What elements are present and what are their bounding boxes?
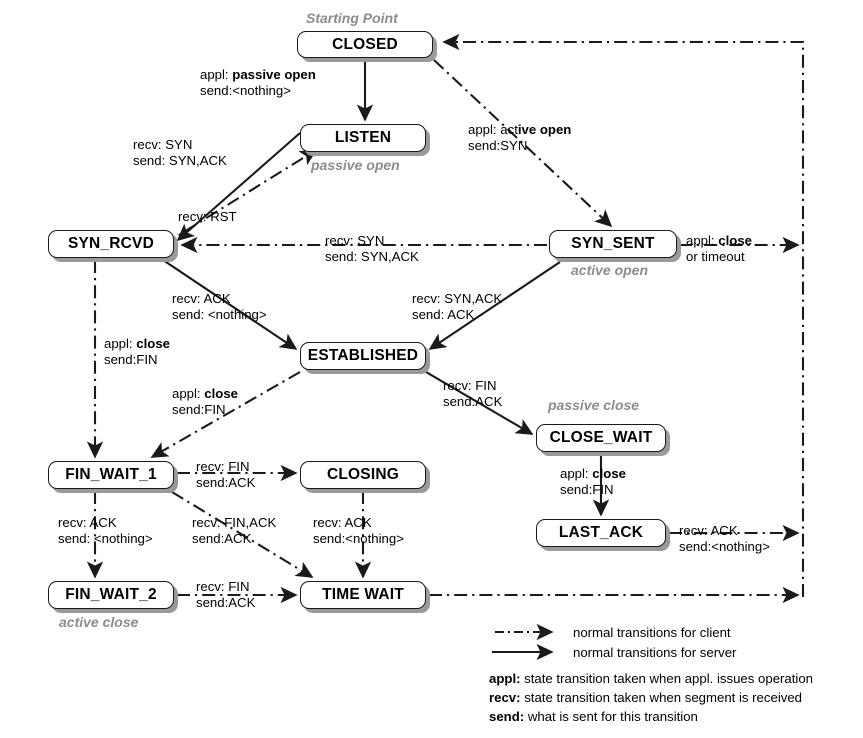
state-closed[interactable]: CLOSED	[297, 31, 433, 58]
note-active-close: active close	[59, 614, 139, 630]
label-line: appl: close	[560, 466, 626, 481]
label-syn-sent-to-established: recv: SYN,ACK send: ACK	[412, 291, 502, 322]
state-fin-wait-1[interactable]: FIN_WAIT_1	[48, 461, 174, 489]
note-passive-open: passive open	[311, 157, 400, 173]
state-syn-rcvd[interactable]: SYN_RCVD	[48, 230, 174, 258]
label-closing-to-time-wait: recv: ACK send:<nothing>	[313, 515, 404, 546]
label-established-to-fin-wait-1: appl: close send:FIN	[172, 386, 238, 417]
label-line: recv: ACK	[313, 515, 372, 530]
label-line: recv: SYN	[133, 137, 193, 152]
legend-row-server: normal transitions for server	[489, 642, 813, 662]
label-line: recv: SYN	[325, 233, 385, 248]
label-emphasis: close	[204, 386, 238, 401]
label-line: send:FIN	[560, 481, 614, 497]
legend-def-send-term: send:	[489, 709, 525, 724]
label-line: appl: active open	[468, 122, 572, 137]
legend-server-text: normal transitions for server	[573, 644, 737, 660]
label-line: recv: ACK	[58, 515, 117, 530]
state-time-wait[interactable]: TIME WAIT	[300, 581, 426, 609]
label-line: appl: close	[104, 336, 170, 351]
label-line: send: SYN,ACK	[133, 152, 227, 168]
legend-def-recv-term: recv:	[489, 690, 521, 705]
label-line: send:FIN	[104, 351, 158, 367]
label-line: recv: FIN,ACK	[192, 515, 277, 530]
solid-arrow-icon	[489, 643, 567, 661]
label-line: send: ACK	[412, 306, 475, 322]
state-syn-sent[interactable]: SYN_SENT	[549, 230, 677, 258]
label-emphasis: ive open	[517, 122, 572, 137]
legend-def-appl: appl: state transition taken when appl. …	[489, 669, 813, 688]
dash-dot-arrow-icon	[489, 623, 567, 641]
label-line: send:ACK	[443, 393, 503, 409]
label-line: send:<nothing>	[679, 538, 770, 554]
label-line: recv: ACK	[679, 523, 738, 538]
legend-definitions: appl: state transition taken when appl. …	[489, 669, 813, 726]
label-established-to-close-wait: recv: FIN send:ACK	[443, 378, 502, 409]
label-fin-wait-1-to-closing: recv: FIN send:ACK	[196, 459, 255, 490]
state-fin-wait-2[interactable]: FIN_WAIT_2	[48, 581, 174, 609]
state-established[interactable]: ESTABLISHED	[300, 342, 426, 370]
legend-row-client: normal transitions for client	[489, 622, 813, 642]
note-passive-close: passive close	[548, 397, 640, 413]
label-line: recv: RST	[178, 209, 237, 224]
label-line: send:ACK	[196, 474, 256, 490]
state-listen[interactable]: LISTEN	[300, 124, 426, 152]
label-line: recv: FIN	[196, 459, 250, 474]
label-listen-to-syn-rcvd: recv: SYN send: SYN,ACK	[133, 137, 227, 168]
label-emphasis: close	[592, 466, 626, 481]
legend: normal transitions for client normal tra…	[489, 622, 813, 726]
label-syn-rcvd-to-fin-wait-1: appl: close send:FIN	[104, 336, 170, 367]
legend-def-recv: recv: state transition taken when segmen…	[489, 688, 813, 707]
label-line: send:FIN	[172, 401, 226, 417]
label-emphasis: passive open	[232, 67, 316, 82]
label-line: recv: FIN	[196, 579, 250, 594]
label-syn-rcvd-to-listen: recv: RST	[178, 209, 237, 225]
label-line: send: <nothing>	[58, 530, 153, 546]
label-emphasis: close	[136, 336, 170, 351]
label-line: appl: close	[172, 386, 238, 401]
legend-def-appl-text: state transition taken when appl. issues…	[520, 671, 814, 686]
label-line: send:ACK	[196, 594, 256, 610]
label-line: recv: ACK	[172, 291, 231, 306]
tcp-state-diagram: CLOSED LISTEN SYN_RCVD SYN_SENT ESTABLIS…	[0, 0, 863, 738]
label-line: appl: passive open	[200, 67, 316, 82]
label-line: recv: SYN,ACK	[412, 291, 503, 306]
label-fin-wait-1-to-time-wait: recv: FIN,ACK send:ACK	[192, 515, 276, 546]
state-closing[interactable]: CLOSING	[300, 461, 426, 489]
legend-client-text: normal transitions for client	[573, 624, 731, 640]
label-line: send:SYN	[468, 137, 528, 153]
label-syn-sent-to-syn-rcvd: recv: SYN send: SYN,ACK	[325, 233, 419, 264]
label-line: send:<nothing>	[200, 82, 291, 98]
label-line: send: SYN,ACK	[325, 248, 419, 264]
state-close-wait[interactable]: CLOSE_WAIT	[536, 424, 666, 452]
legend-def-send: send: what is sent for this transition	[489, 707, 813, 726]
note-starting-point: Starting Point	[306, 10, 398, 26]
legend-def-send-text: what is sent for this transition	[524, 709, 698, 724]
label-close-wait-to-last-ack: appl: close send:FIN	[560, 466, 626, 497]
label-line: appl: close	[686, 233, 752, 248]
label-syn-rcvd-to-established: recv: ACK send: <nothing>	[172, 291, 267, 322]
state-last-ack[interactable]: LAST_ACK	[536, 519, 666, 547]
label-last-ack-to-closed: recv: ACK send:<nothing>	[679, 523, 770, 554]
label-closed-to-listen: appl: passive open send:<nothing>	[200, 67, 316, 98]
label-line: recv: FIN	[443, 378, 497, 393]
legend-def-appl-term: appl:	[489, 671, 521, 686]
note-active-open: active open	[571, 262, 649, 278]
label-line: send:ACK	[192, 530, 252, 546]
label-syn-sent-to-closed: appl: close or timeout	[686, 233, 752, 264]
label-emphasis: close	[718, 233, 752, 248]
label-line: send: <nothing>	[172, 306, 267, 322]
label-fin-wait-1-to-fin-wait-2: recv: ACK send: <nothing>	[58, 515, 153, 546]
legend-def-recv-text: state transition taken when segment is r…	[520, 690, 803, 705]
label-line: or timeout	[686, 248, 745, 264]
label-fin-wait-2-to-time-wait: recv: FIN send:ACK	[196, 579, 255, 610]
label-line: send:<nothing>	[313, 530, 404, 546]
label-closed-to-syn-sent: appl: active open send:SYN	[468, 122, 571, 153]
